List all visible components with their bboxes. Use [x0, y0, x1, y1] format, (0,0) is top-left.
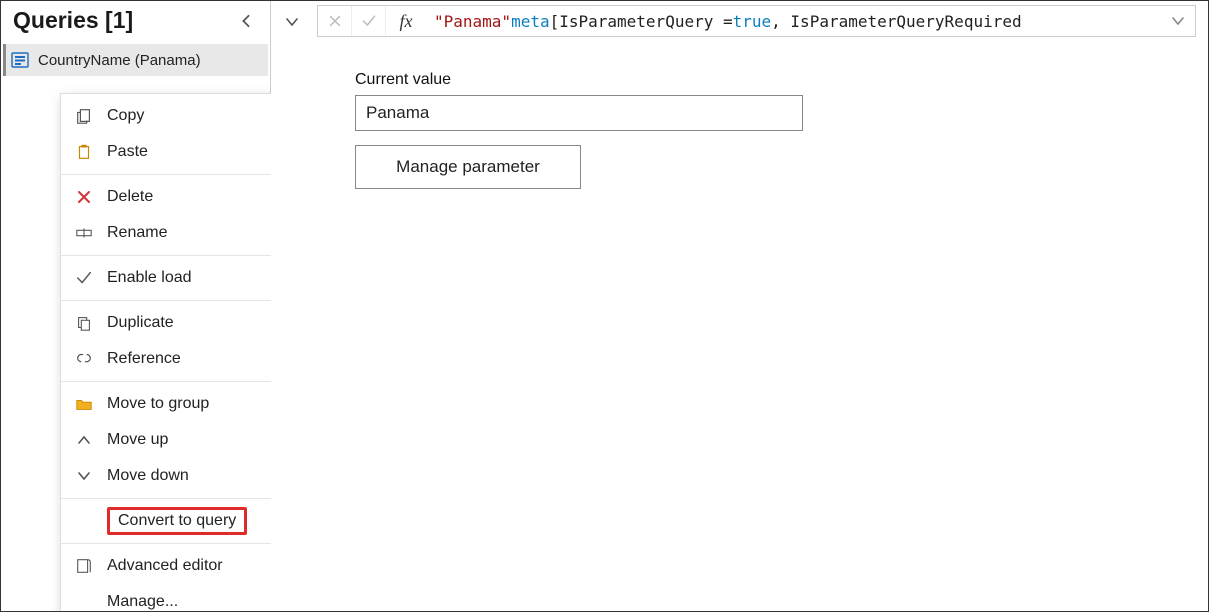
parameter-icon [10, 50, 30, 70]
paste-icon [73, 141, 95, 163]
current-value-input[interactable] [355, 95, 803, 131]
expand-formula-button[interactable] [1161, 13, 1195, 29]
cancel-edit-button[interactable] [318, 6, 352, 36]
blank-icon [73, 591, 95, 612]
commit-edit-button[interactable] [352, 6, 386, 36]
close-icon [328, 14, 342, 28]
folder-icon [73, 393, 95, 415]
step-dropdown-button[interactable] [275, 7, 309, 37]
queries-title: Queries [1] [13, 7, 133, 34]
query-item-label: CountryName (Panama) [38, 52, 201, 69]
check-icon [361, 13, 377, 29]
manage-parameter-button[interactable]: Manage parameter [355, 145, 581, 189]
current-value-label: Current value [355, 71, 1208, 89]
reference-icon [73, 348, 95, 370]
formula-text[interactable]: "Panama" meta [IsParameterQuery = true, … [426, 12, 1161, 31]
collapse-sidebar-button[interactable] [234, 9, 258, 33]
chevron-down-icon [1170, 13, 1186, 29]
chevron-down-icon [73, 465, 95, 487]
duplicate-icon [73, 312, 95, 334]
fx-label: fx [386, 11, 426, 32]
chevron-up-icon [73, 429, 95, 451]
check-icon [73, 267, 95, 289]
copy-icon [73, 105, 95, 127]
chevron-left-icon [239, 14, 253, 28]
delete-icon [73, 186, 95, 208]
query-item-countryname[interactable]: CountryName (Panama) [3, 44, 268, 76]
blank-icon [73, 510, 95, 532]
advanced-editor-icon [73, 555, 95, 577]
formula-bar[interactable]: fx "Panama" meta [IsParameterQuery = tru… [317, 5, 1196, 37]
chevron-down-icon [284, 14, 300, 30]
main-pane: fx "Panama" meta [IsParameterQuery = tru… [271, 1, 1208, 611]
rename-icon [73, 222, 95, 244]
